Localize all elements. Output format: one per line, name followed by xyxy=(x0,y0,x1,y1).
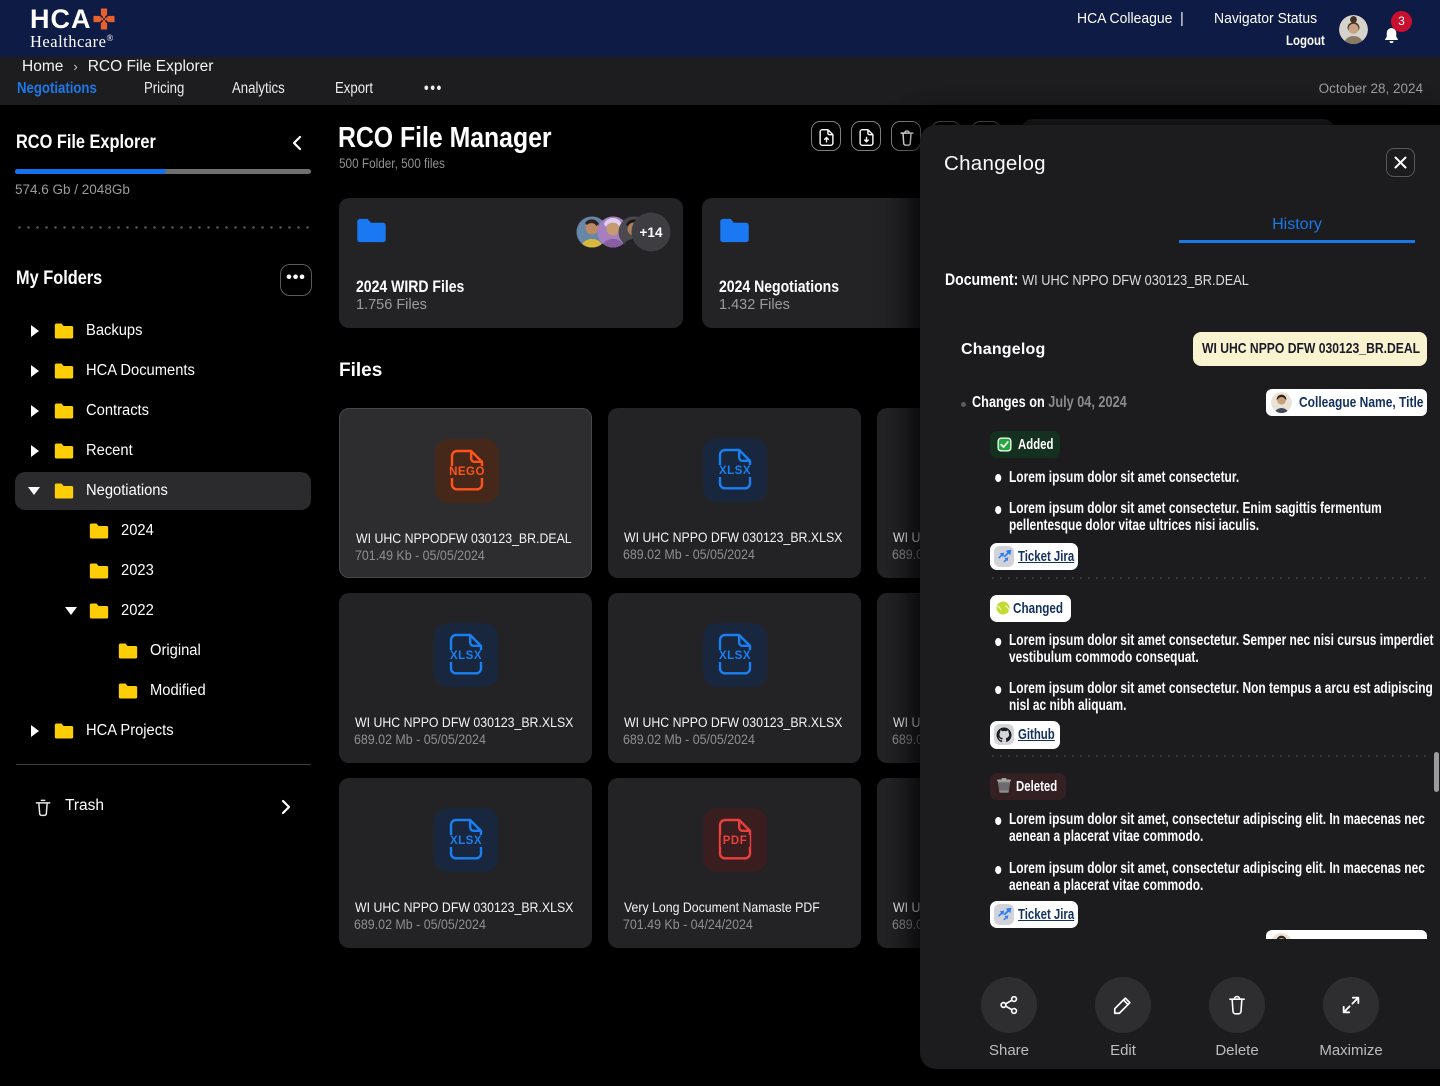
svg-text:+14: +14 xyxy=(640,225,663,240)
